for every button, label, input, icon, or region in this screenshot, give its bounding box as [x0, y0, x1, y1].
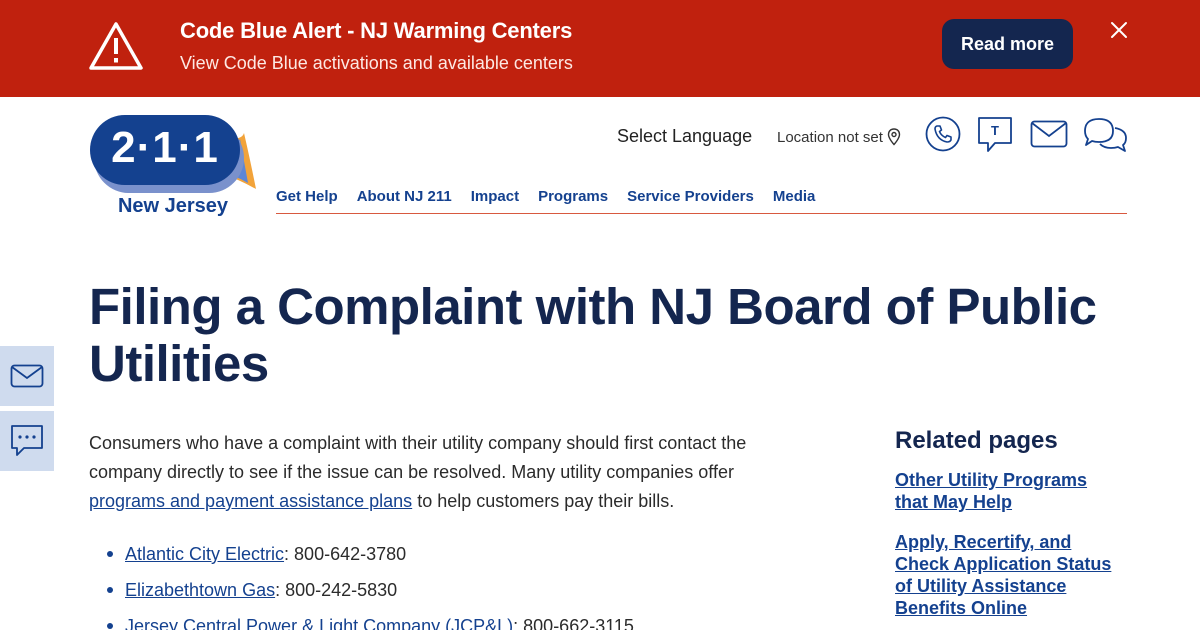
email-icon[interactable]	[1030, 120, 1068, 148]
list-item: Atlantic City Electric: 800-642-3780	[105, 536, 634, 572]
company-phone: : 800-242-5830	[275, 580, 398, 600]
nav-item-programs[interactable]: Programs	[538, 188, 608, 205]
location-selector[interactable]: Location not set	[777, 128, 901, 146]
company-link[interactable]: Atlantic City Electric	[125, 544, 284, 564]
list-item: Elizabethtown Gas: 800-242-5830	[105, 572, 634, 608]
intro-text-1: Consumers who have a complaint with thei…	[89, 433, 747, 482]
intro-text-2: to help customers pay their bills.	[412, 491, 675, 511]
nav-item-get-help[interactable]: Get Help	[276, 188, 338, 205]
email-icon	[10, 364, 44, 388]
close-icon[interactable]	[1108, 19, 1130, 41]
alert-title: Code Blue Alert - NJ Warming Centers	[180, 18, 573, 43]
utility-company-list: Atlantic City Electric: 800-642-3780 Eli…	[105, 536, 634, 630]
nav-item-media[interactable]: Media	[773, 188, 816, 205]
chat-icon[interactable]	[1082, 116, 1128, 154]
company-link[interactable]: Jersey Central Power & Light Company (JC…	[125, 616, 513, 630]
warning-triangle-icon	[89, 22, 143, 70]
nav-item-about[interactable]: About NJ 211	[357, 188, 452, 205]
company-phone: : 800-662-3115	[513, 616, 634, 630]
related-link-apply-recertify[interactable]: Apply, Recertify, and Check Application …	[895, 531, 1127, 619]
company-link[interactable]: Elizabethtown Gas	[125, 580, 275, 600]
page-title: Filing a Complaint with NJ Board of Publ…	[89, 278, 1097, 392]
side-email-button[interactable]	[0, 346, 54, 406]
text-message-icon[interactable]: T	[977, 116, 1013, 154]
side-chat-button[interactable]	[0, 411, 54, 471]
logo-state: New Jersey	[117, 195, 229, 217]
nav-item-service-providers[interactable]: Service Providers	[627, 188, 754, 205]
company-phone: : 800-642-3780	[284, 544, 407, 564]
read-more-button[interactable]: Read more	[942, 19, 1073, 69]
location-pin-icon	[887, 128, 901, 146]
nj211-logo[interactable]: 2·1·1 New Jersey	[88, 113, 260, 223]
assistance-plans-link[interactable]: programs and payment assistance plans	[89, 491, 412, 511]
intro-paragraph: Consumers who have a complaint with thei…	[89, 429, 769, 516]
alert-subtitle: View Code Blue activations and available…	[180, 53, 573, 73]
nav-item-impact[interactable]: Impact	[471, 188, 519, 205]
main-nav: Get Help About NJ 211 Impact Programs Se…	[276, 188, 815, 205]
logo-number: 2·1·1	[111, 123, 219, 172]
nav-divider	[276, 213, 1127, 214]
alert-banner: Code Blue Alert - NJ Warming Centers Vie…	[0, 0, 1200, 97]
related-pages-heading: Related pages	[895, 427, 1058, 454]
phone-icon[interactable]	[925, 116, 961, 152]
chat-icon	[11, 425, 43, 456]
select-language[interactable]: Select Language	[617, 126, 752, 147]
location-text: Location not set	[777, 128, 883, 146]
related-link-utility-programs[interactable]: Other Utility Programs that May Help	[895, 469, 1110, 513]
svg-text:T: T	[991, 123, 999, 138]
list-item: Jersey Central Power & Light Company (JC…	[105, 608, 634, 630]
